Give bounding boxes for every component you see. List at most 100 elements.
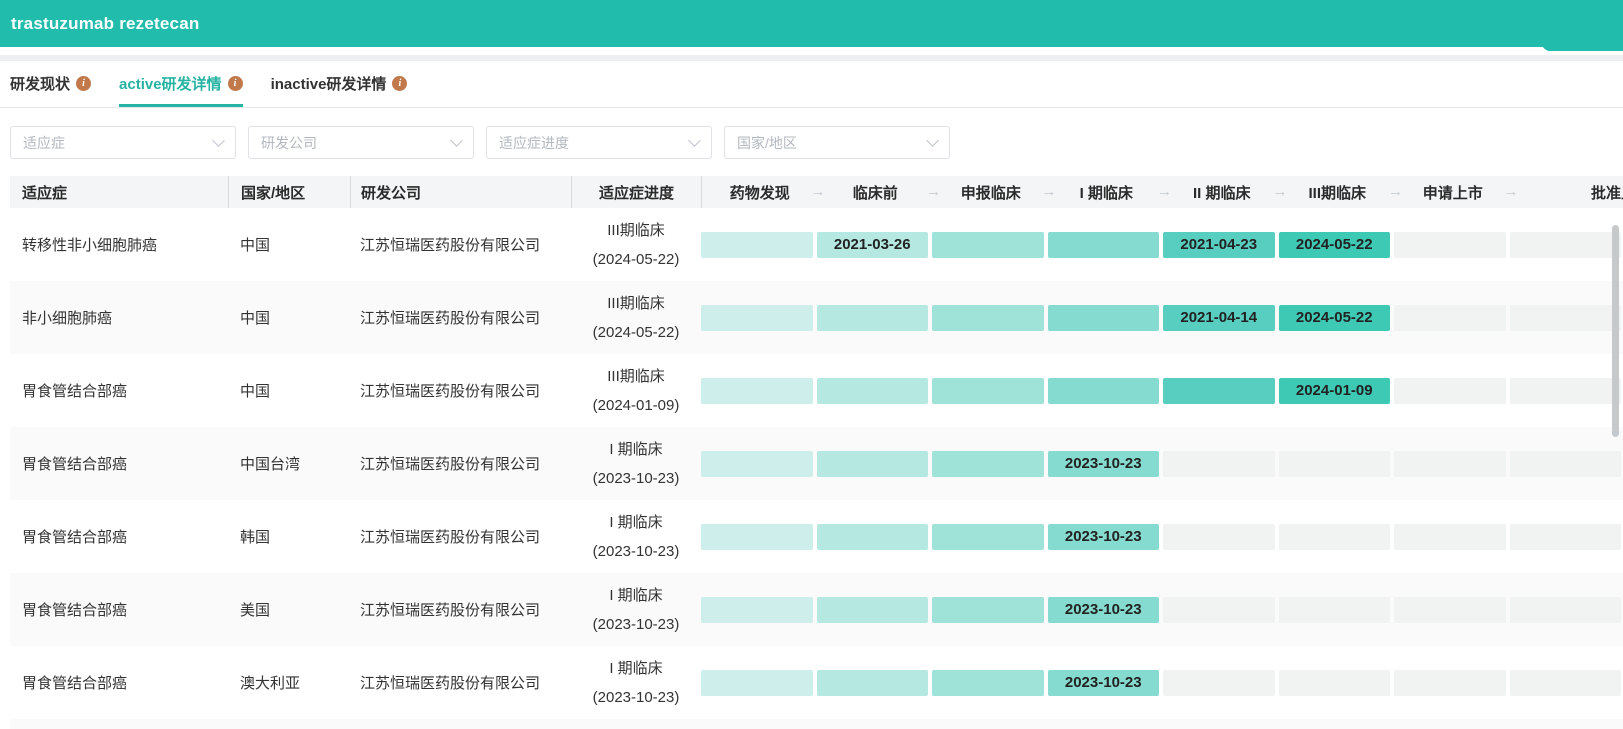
- cell-indication: 胃食管结合部癌: [10, 354, 228, 427]
- table-row: 非小细胞肺癌中国江苏恒瑞医药股份有限公司III期临床(2024-05-22)20…: [10, 281, 1623, 354]
- cell-progress-date: (2023-10-23): [593, 610, 680, 639]
- cell-indication: 胃食管结合部癌: [10, 573, 228, 646]
- cell-indication: 胃食管结合部癌: [10, 500, 228, 573]
- cell-company: 江苏恒瑞医药股份有限公司: [350, 646, 571, 719]
- phase-column-label: 临床前: [853, 185, 898, 202]
- phase-column-label: 药物发现: [730, 185, 790, 202]
- phase-segment: [701, 378, 813, 404]
- phase-column-label: III期临床: [1308, 185, 1366, 202]
- phase-segment: [932, 232, 1044, 258]
- phase-segment: [932, 597, 1044, 623]
- column-header-3: 研发公司: [350, 176, 571, 208]
- phase-segment: [1279, 451, 1391, 477]
- table-row: 胃食管结合部癌澳大利亚江苏恒瑞医药股份有限公司I 期临床(2023-10-23)…: [10, 646, 1623, 719]
- phase-segment: [817, 670, 929, 696]
- cell-company: 江苏恒瑞医药股份有限公司: [350, 573, 571, 646]
- phase-segment: 2023-10-23: [1048, 524, 1160, 550]
- cell-indication: 胃食管结合部癌: [10, 427, 228, 500]
- phase-progress-bar: 2024-01-09: [701, 354, 1623, 427]
- cell-progress-phase: III期临床: [607, 362, 665, 391]
- phase-segment: 2024-05-22: [1279, 232, 1391, 258]
- cell-region: 中国: [228, 208, 350, 281]
- table-row: 胃食管结合部癌中国台湾江苏恒瑞医药股份有限公司I 期临床(2023-10-23)…: [10, 427, 1623, 500]
- vertical-scrollbar-thumb[interactable]: [1612, 225, 1619, 437]
- cell-progress-phase: I 期临床: [609, 654, 662, 683]
- filter-indication[interactable]: 适应症: [10, 126, 236, 159]
- cell-company: 江苏恒瑞医药股份有限公司: [350, 354, 571, 427]
- cell-progress-date: (2023-10-23): [593, 464, 680, 493]
- phase-column-header: 申报临床→: [933, 182, 1049, 203]
- phase-segment: [701, 670, 813, 696]
- phase-segment: [932, 451, 1044, 477]
- phase-segment: [1163, 597, 1275, 623]
- phase-column-header: 批准上市: [1511, 182, 1623, 203]
- cell-company: 江苏恒瑞医药股份有限公司: [350, 281, 571, 354]
- phase-segment: [817, 378, 929, 404]
- filter-region[interactable]: 国家/地区: [724, 126, 950, 159]
- app-header-bar: trastuzumab rezetecan: [0, 0, 1623, 47]
- phase-column-label: II 期临床: [1193, 185, 1251, 202]
- phase-column-header: 申请上市→: [1395, 182, 1511, 203]
- tab-active-rd-details[interactable]: active研发详情 i: [119, 63, 243, 107]
- tab-inactive-rd-details[interactable]: inactive研发详情i: [271, 63, 408, 107]
- phase-column-header: 临床前→: [818, 182, 934, 203]
- phase-progress-bar: 2023-10-23: [701, 573, 1623, 646]
- phase-header-group: 药物发现→临床前→申报临床→I 期临床→II 期临床→III期临床→申请上市→批…: [701, 176, 1623, 208]
- info-icon[interactable]: i: [392, 76, 407, 91]
- phase-progress-bar: 2021-03-262021-04-232024-05-22: [701, 208, 1623, 281]
- phase-segment: [1510, 305, 1622, 331]
- tab-rd-status[interactable]: 研发现状i: [10, 63, 91, 107]
- phase-segment: [1394, 670, 1506, 696]
- tab-bar: 研发现状iactive研发详情iinactive研发详情i: [0, 63, 1623, 108]
- column-header-1: 适应症: [10, 176, 228, 208]
- phase-column-header: I 期临床→: [1049, 182, 1165, 203]
- cell-company: 江苏恒瑞医药股份有限公司: [350, 208, 571, 281]
- phase-progress-bar: 2023-10-23: [701, 646, 1623, 719]
- chevron-down-icon: [450, 134, 463, 147]
- phase-segment: [701, 524, 813, 550]
- phase-segment: [1163, 451, 1275, 477]
- phase-segment: [1510, 670, 1622, 696]
- phase-segment: [701, 597, 813, 623]
- tab-active-rd-details-label: active研发详情: [119, 73, 222, 94]
- phase-segment: [932, 378, 1044, 404]
- chevron-down-icon: [688, 134, 701, 147]
- cell-region: 韩国: [228, 500, 350, 573]
- filter-progress-placeholder: 适应症进度: [499, 133, 569, 153]
- chevron-down-icon: [212, 134, 225, 147]
- phase-segment: [701, 451, 813, 477]
- cell-progress-phase: I 期临床: [609, 435, 662, 464]
- phase-column-label: 申请上市: [1423, 185, 1483, 202]
- phase-segment: 2024-05-22: [1279, 305, 1391, 331]
- cell-region: 澳大利亚: [228, 646, 350, 719]
- phase-segment: [932, 305, 1044, 331]
- filter-company[interactable]: 研发公司: [248, 126, 474, 159]
- column-header-4: 适应症进度: [571, 176, 701, 208]
- phase-segment: 2023-10-23: [1048, 670, 1160, 696]
- cell-region: 中国: [228, 281, 350, 354]
- cell-progress: III期临床(2024-05-22): [571, 208, 701, 281]
- phase-segment: [932, 670, 1044, 696]
- filter-company-placeholder: 研发公司: [261, 133, 317, 153]
- phase-column-header: III期临床→: [1280, 182, 1396, 203]
- table-row: 胃食管结合部癌中国江苏恒瑞医药股份有限公司III期临床(2024-01-09)2…: [10, 354, 1623, 427]
- phase-segment: [1510, 451, 1622, 477]
- phase-segment: [1163, 378, 1275, 404]
- cell-company: 江苏恒瑞医药股份有限公司: [350, 500, 571, 573]
- phase-segment: [1510, 378, 1622, 404]
- info-icon[interactable]: i: [228, 76, 243, 91]
- column-header-2: 国家/地区: [228, 176, 350, 208]
- filter-progress[interactable]: 适应症进度: [486, 126, 712, 159]
- phase-segment: 2021-04-23: [1163, 232, 1275, 258]
- cell-progress-date: (2023-10-23): [593, 683, 680, 712]
- page-title: trastuzumab rezetecan: [11, 14, 199, 34]
- cell-progress: I 期临床(2023-10-23): [571, 500, 701, 573]
- table-row: 胃食管结合部癌美国江苏恒瑞医药股份有限公司I 期临床(2023-10-23)20…: [10, 573, 1623, 646]
- phase-column-label: I 期临床: [1080, 185, 1133, 202]
- info-icon[interactable]: i: [76, 76, 91, 91]
- phase-segment: [1048, 305, 1160, 331]
- phase-segment: 2023-10-23: [1048, 597, 1160, 623]
- cell-region: 美国: [228, 573, 350, 646]
- phase-segment: [1510, 524, 1622, 550]
- phase-segment: [1510, 597, 1622, 623]
